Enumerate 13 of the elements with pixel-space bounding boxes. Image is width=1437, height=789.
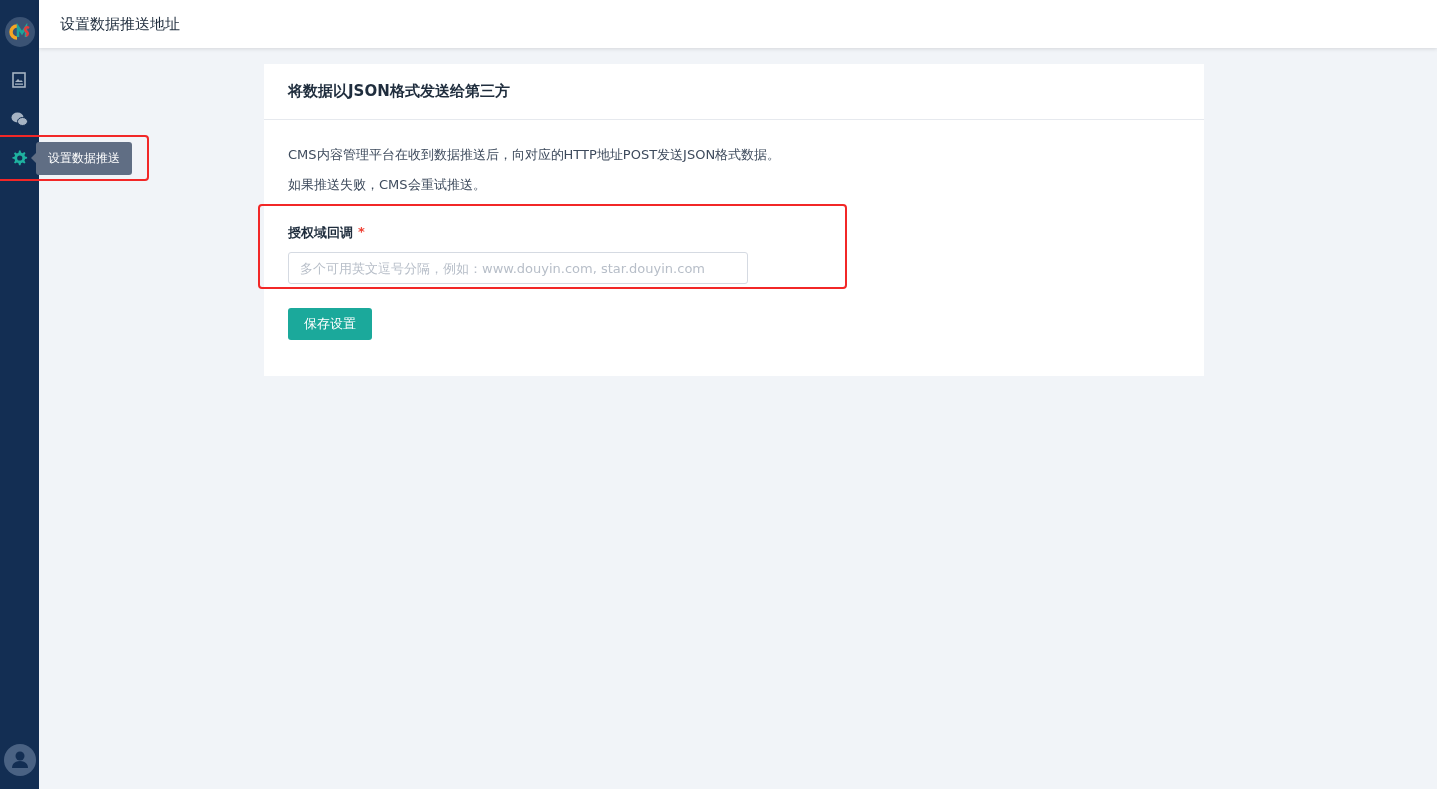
picture-icon[interactable] xyxy=(10,71,29,89)
page-title: 设置数据推送地址 xyxy=(60,14,180,34)
input-field[interactable]: 多个可用英文逗号分隔，例如：www.douyin.com, star.douyin.com xyxy=(288,252,748,284)
tooltip: 设置数据推送 xyxy=(36,142,132,175)
card-title: 将数据以JSON格式发送给第三方 xyxy=(288,82,510,101)
save-button[interactable]: 保存设置 xyxy=(288,308,372,340)
field-label: 授权域回调 xyxy=(288,224,353,242)
description-text: 如果推送失败，CMS会重试推送。 xyxy=(288,176,487,194)
settings-icon[interactable] xyxy=(10,149,29,167)
logo-icon[interactable] xyxy=(4,17,35,47)
required-asterisk: * xyxy=(358,224,365,241)
description-text: CMS内容管理平台在收到数据推送后，向对应的HTTP地址POST发送JSON格式数据。 xyxy=(288,146,782,164)
chat-bubbles-icon[interactable] xyxy=(10,110,29,128)
